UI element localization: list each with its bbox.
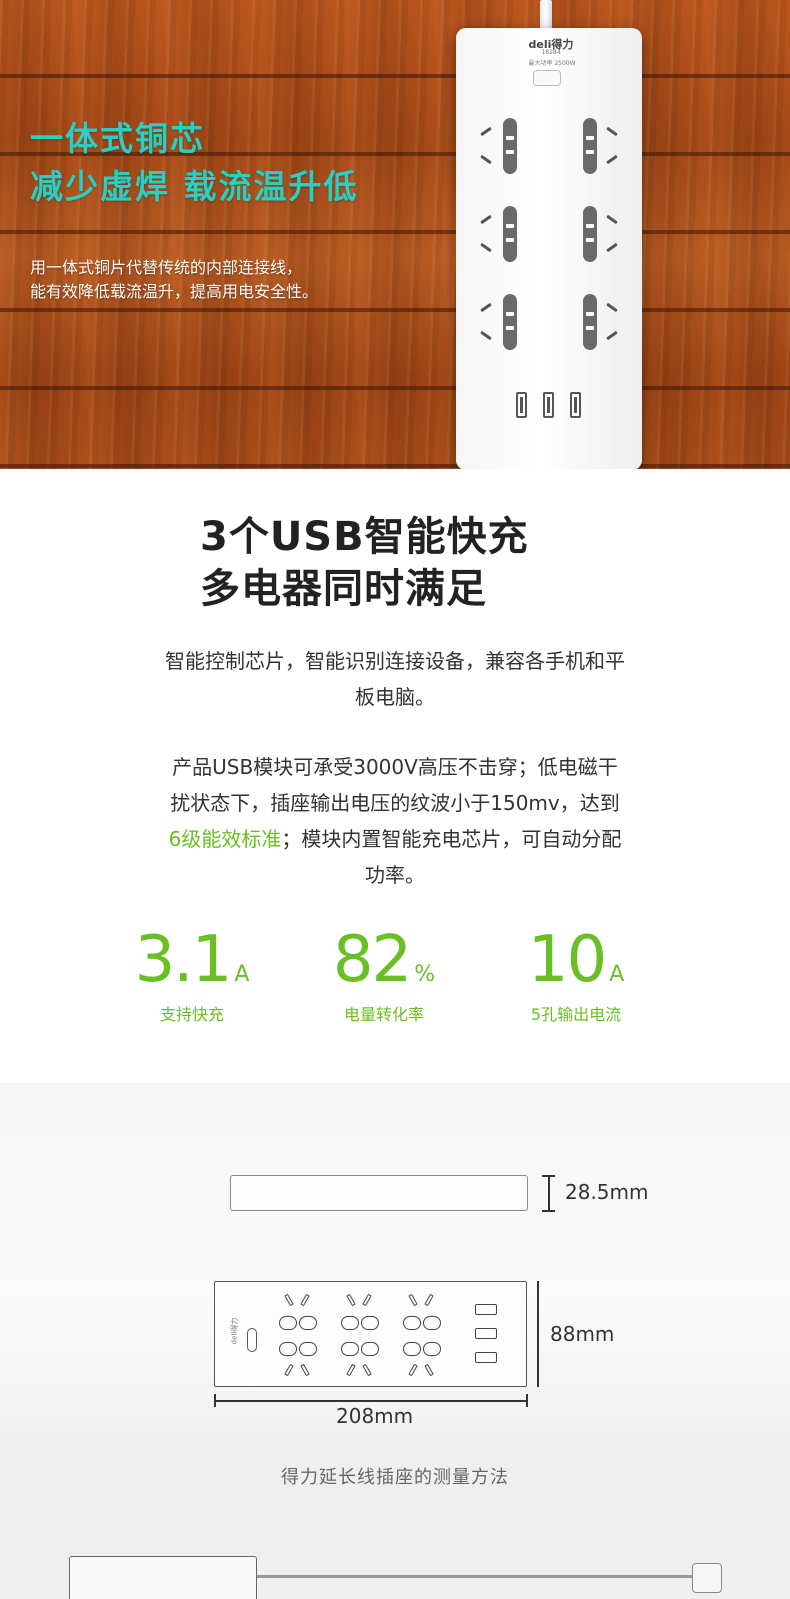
module-description-line-4: 功率。: [365, 863, 425, 887]
top-view-socket: [403, 1290, 445, 1380]
stat-value: 82: [332, 923, 412, 997]
socket-outlet: [474, 116, 544, 176]
hero-description-line-2: 能有效降低载流温升，提高用电安全性。: [30, 282, 319, 301]
stat-unit: A: [234, 962, 250, 987]
power-strip-product-image: deli得力 18284 最大功率 2500W: [456, 28, 642, 469]
thickness-tick-bottom: [542, 1210, 555, 1212]
module-description: 产品USB模块可承受3000V高压不击穿；低电磁干 扰状态下，插座输出电压的纹波…: [60, 749, 730, 893]
thickness-tick-top: [542, 1175, 555, 1177]
socket-outlet: [474, 204, 544, 264]
stat-label: 电量转化率: [343, 1005, 424, 1024]
width-label: 88mm: [550, 1322, 615, 1346]
socket-outlet: [474, 292, 544, 352]
usb-heading-line-2: 多电器同时满足: [200, 566, 487, 612]
socket-outlet: [554, 292, 624, 352]
width-dimension-line: [537, 1281, 539, 1387]
length-label: 208mm: [336, 1404, 414, 1428]
stat-fast-charge: 3.1 A 支持快充: [82, 923, 302, 1025]
hero-description-line-1: 用一体式铜片代替传统的内部连接线，: [30, 258, 303, 277]
chip-description: 智能控制芯片，智能识别连接设备，兼容各手机和平 板电脑。: [60, 643, 730, 715]
length-tick-right: [526, 1394, 528, 1407]
efficiency-highlight: 6级能效标准: [168, 827, 282, 851]
chip-description-line-2: 板电脑。: [355, 685, 435, 709]
module-description-line-3-rest: ；模块内置智能充电芯片，可自动分配: [281, 827, 622, 851]
module-description-line-3: 6级能效标准；模块内置智能充电芯片，可自动分配: [60, 821, 730, 857]
plug-drawing: [692, 1563, 722, 1593]
stat-conversion-rate: 82% 电量转化率: [274, 923, 494, 1025]
top-view-usb-port: [475, 1352, 497, 1363]
usb-heading-line-1: 3个USB智能快充: [200, 514, 529, 560]
top-view-socket: [279, 1290, 321, 1380]
usb-port: [543, 392, 554, 418]
thickness-dimension-line: [548, 1175, 550, 1211]
length-tick-left: [214, 1394, 216, 1407]
top-view-usb-port: [475, 1328, 497, 1339]
measurement-title: 得力延长线插座的测量方法: [281, 1467, 509, 1488]
measurement-strip-drawing: [69, 1556, 257, 1599]
length-dimension-line: [214, 1400, 527, 1402]
stat-output-current: 10 A 5孔输出电流: [466, 923, 686, 1025]
module-description-line-1: 产品USB模块可承受3000V高压不击穿；低电磁干: [172, 755, 618, 779]
top-view-usb-port: [475, 1304, 497, 1315]
stat-label: 支持快充: [159, 1005, 224, 1024]
top-view-switch: [247, 1328, 257, 1352]
hero-headline-2: 减少虚焊 载流温升低: [30, 167, 359, 206]
top-view-logo: deli得力: [230, 1317, 239, 1345]
thickness-label: 28.5mm: [565, 1180, 649, 1204]
stat-unit: %: [414, 962, 436, 987]
hero-headline-1: 一体式铜芯: [30, 119, 205, 158]
max-power-label: 最大功率 2500W: [528, 60, 576, 67]
module-description-line-2: 扰状态下，插座输出电压的纹波小于150mv，达到: [170, 791, 620, 815]
stat-unit: A: [609, 962, 625, 987]
measurement-cord-drawing: [257, 1575, 697, 1578]
usb-port: [570, 392, 581, 418]
hero-banner: 一体式铜芯 减少虚焊 载流温升低 用一体式铜片代替传统的内部连接线， 能有效降低…: [0, 0, 790, 469]
top-view-drawing: deli得力: [214, 1281, 527, 1387]
stat-value: 3.1: [134, 923, 233, 997]
top-view-socket: [341, 1290, 383, 1380]
stat-value: 10: [527, 923, 607, 997]
socket-outlet: [554, 116, 624, 176]
stat-label: 5孔输出电流: [530, 1005, 622, 1024]
side-view-drawing: [230, 1175, 528, 1211]
usb-port: [516, 392, 527, 418]
socket-outlet: [554, 204, 624, 264]
power-switch: [533, 70, 561, 86]
model-number: 18284: [541, 49, 561, 56]
chip-description-line-1: 智能控制芯片，智能识别连接设备，兼容各手机和平: [165, 649, 625, 673]
